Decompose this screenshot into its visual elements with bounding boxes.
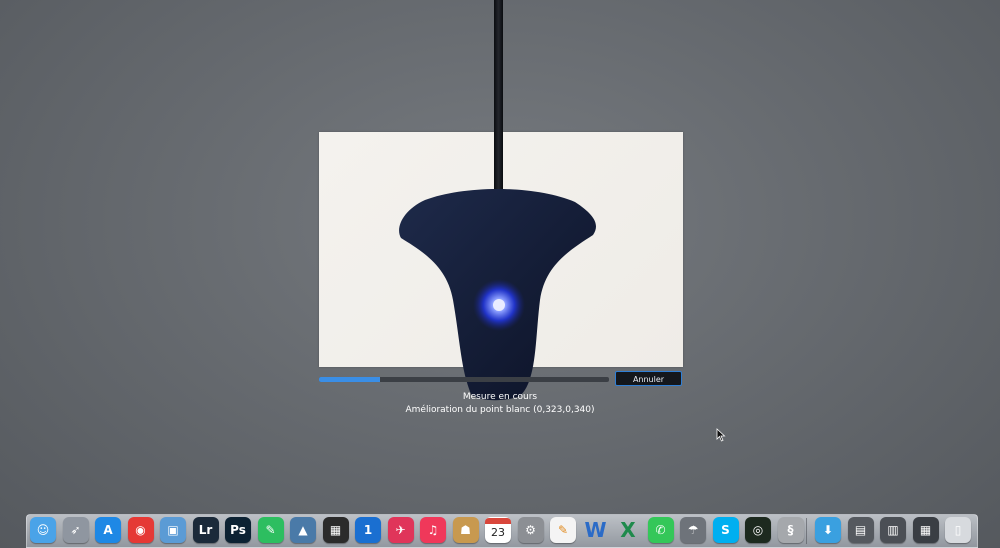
pilot-icon[interactable]: ☂	[680, 517, 706, 543]
app-store-icon[interactable]: A	[95, 517, 121, 543]
airmail-icon[interactable]: ✈	[387, 517, 414, 543]
chrome-icon[interactable]: ◉	[127, 517, 154, 543]
calendar-icon[interactable]: 23	[485, 517, 511, 543]
cancel-button[interactable]: Annuler	[615, 371, 682, 386]
clapper-icon[interactable]: ▦	[322, 517, 349, 543]
word-icon[interactable]: W	[583, 517, 609, 543]
calibrator-device	[399, 188, 596, 401]
contacts-icon[interactable]: ☗	[452, 517, 479, 543]
trash-icon[interactable]: ▯	[945, 517, 971, 543]
syncios-icon[interactable]: §	[777, 517, 804, 543]
calendar-day-label: 23	[491, 526, 505, 539]
rocket-icon[interactable]: ➶	[62, 517, 89, 543]
downloads-folder-icon[interactable]: ⬇	[815, 517, 841, 543]
gear-icon[interactable]: ⚙	[517, 517, 544, 543]
lens-icon[interactable]: ◎	[745, 517, 771, 543]
dock-divider	[806, 518, 807, 544]
photo-icon[interactable]: ▲	[290, 517, 316, 543]
mouse-cursor-icon	[716, 428, 726, 442]
finder-icon[interactable]: ☺	[30, 517, 56, 543]
pages-icon[interactable]: ✎	[550, 517, 576, 543]
photos-stack-icon[interactable]: ▥	[880, 517, 906, 543]
movies-stack-icon[interactable]: ▦	[912, 517, 939, 543]
measurement-status-label: Mesure en cours	[462, 392, 538, 402]
screenshots-icon[interactable]: ▤	[847, 517, 874, 543]
progress-fill	[319, 377, 380, 382]
facetime-icon[interactable]: ✆	[647, 517, 674, 543]
white-point-status-label: Amélioration du point blanc (0,323,0,340…	[405, 405, 595, 415]
calibrator-cable	[494, 0, 503, 200]
excel-icon[interactable]: X	[615, 517, 641, 543]
photoshop-icon[interactable]: Ps	[225, 517, 251, 543]
lightroom-icon[interactable]: Lr	[192, 517, 219, 543]
music-icon[interactable]: ♫	[420, 517, 446, 543]
onepassword-icon[interactable]: 1	[355, 517, 381, 543]
measurement-progress-bar	[319, 377, 609, 382]
preview-icon[interactable]: ▣	[160, 517, 186, 543]
skype-icon[interactable]: S	[712, 517, 739, 543]
evernote-icon[interactable]: ✎	[257, 517, 284, 543]
